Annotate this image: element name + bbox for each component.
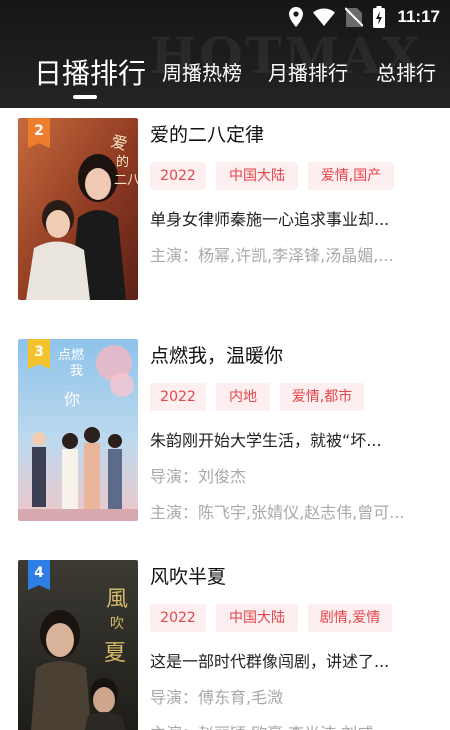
svg-text:風: 風 [106, 587, 128, 612]
item-description: 这是一部时代群像闯剧，讲述了... [150, 652, 390, 671]
svg-text:点燃: 点燃 [58, 347, 84, 363]
tag-year: 2022 [150, 383, 206, 411]
svg-text:吹: 吹 [110, 616, 124, 632]
item-description: 单身女律师秦施一心追求事业却... [150, 210, 390, 229]
svg-text:夏: 夏 [104, 641, 126, 666]
tag-region: 中国大陆 [216, 604, 298, 632]
tag-genre: 爱情,都市 [280, 383, 364, 411]
tag-year: 2022 [150, 162, 206, 190]
status-bar: 11:17 [0, 0, 450, 34]
ranking-tabs: 日播排行 周播热榜 月播排行 总排行 [0, 46, 450, 102]
wifi-icon [313, 8, 336, 26]
app-screen: HOTMAX 11:17 日播排行 周播热榜 月播排行 总排行 爱 的 二八 2… [0, 0, 450, 730]
tag-region: 中国大陆 [216, 162, 298, 190]
tab-monthly-ranking[interactable]: 月播排行 [268, 57, 348, 86]
tab-daily-ranking[interactable]: 日播排行 [34, 52, 146, 92]
status-time: 11:17 [397, 7, 440, 26]
battery-charging-icon [373, 6, 386, 28]
tag-region: 内地 [216, 383, 270, 411]
item-director: 导演：刘俊杰 [150, 467, 247, 486]
tab-total-ranking[interactable]: 总排行 [376, 57, 436, 86]
item-starring: 主演：赵丽颖,欧豪,李光洁,刘威... [150, 720, 410, 730]
tag-genre: 爱情,国产 [308, 162, 394, 190]
tag-genre: 剧情,爱情 [308, 604, 392, 632]
svg-text:我: 我 [70, 364, 83, 379]
svg-text:二八: 二八 [114, 173, 138, 188]
item-title[interactable]: 爱的二八定律 [150, 120, 264, 147]
tag-year: 2022 [150, 604, 206, 632]
svg-text:的: 的 [116, 154, 129, 170]
svg-text:你: 你 [64, 390, 80, 409]
item-title[interactable]: 点燃我，温暖你 [150, 341, 283, 368]
item-title[interactable]: 风吹半夏 [150, 562, 226, 589]
list-item[interactable]: 風 吹 夏 4 风吹半夏 2022 中国大陆 剧情,爱情 这是一部时代群像闯剧，… [0, 550, 450, 730]
poster-image[interactable]: 風 吹 夏 4 [18, 560, 138, 730]
active-tab-indicator [73, 95, 97, 99]
poster-image[interactable]: 爱 的 二八 2 [18, 118, 138, 300]
list-item[interactable]: 点燃 我 你 3 点燃我，温暖你 2022 内地 爱情,都市 朱韵刚开始大学生活… [0, 329, 450, 522]
location-icon [289, 7, 304, 27]
item-description: 朱韵刚开始大学生活，就被“坏... [150, 431, 382, 450]
item-director: 导演：傅东育,毛溦 [150, 688, 284, 707]
tab-weekly-hot[interactable]: 周播热榜 [162, 57, 242, 86]
poster-image[interactable]: 点燃 我 你 3 [18, 339, 138, 521]
item-starring: 主演：杨幂,许凯,李泽锋,汤晶媚,... [150, 246, 394, 265]
header: HOTMAX 11:17 日播排行 周播热榜 月播排行 总排行 [0, 0, 450, 108]
status-icons: 11:17 [289, 5, 440, 29]
item-starring: 主演：陈飞宇,张婧仪,赵志伟,曾可... [150, 503, 405, 522]
list-item[interactable]: 爱 的 二八 2 爱的二八定律 2022 中国大陆 爱情,国产 单身女律师秦施一… [0, 108, 450, 300]
no-sim-icon [345, 7, 364, 27]
